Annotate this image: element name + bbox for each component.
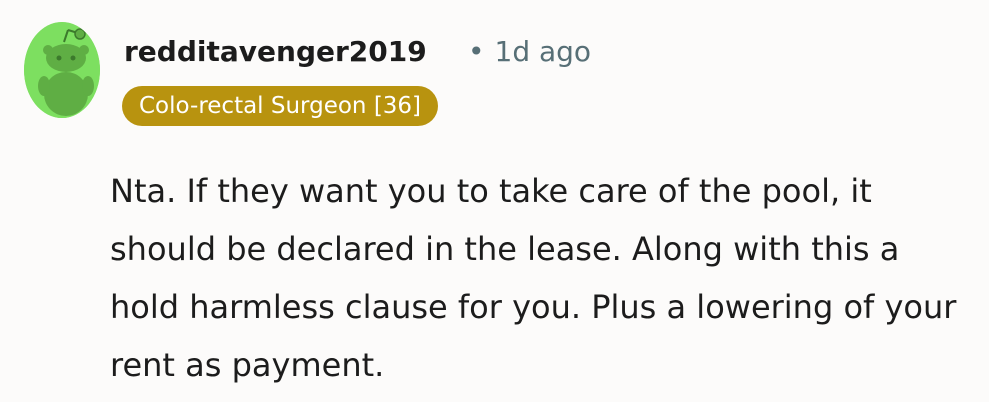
comment-meta: • 1d ago: [468, 34, 591, 70]
user-flair-badge: Colo-rectal Surgeon [36]: [122, 86, 439, 126]
avatar[interactable]: [24, 22, 100, 118]
comment-body: Nta. If they want you to take care of th…: [110, 172, 957, 384]
meta-separator: •: [468, 35, 485, 68]
comment-author[interactable]: redditavenger2019: [124, 34, 427, 70]
comment-timestamp[interactable]: 1d ago: [495, 35, 592, 68]
snoo-avatar-icon: [24, 22, 100, 118]
